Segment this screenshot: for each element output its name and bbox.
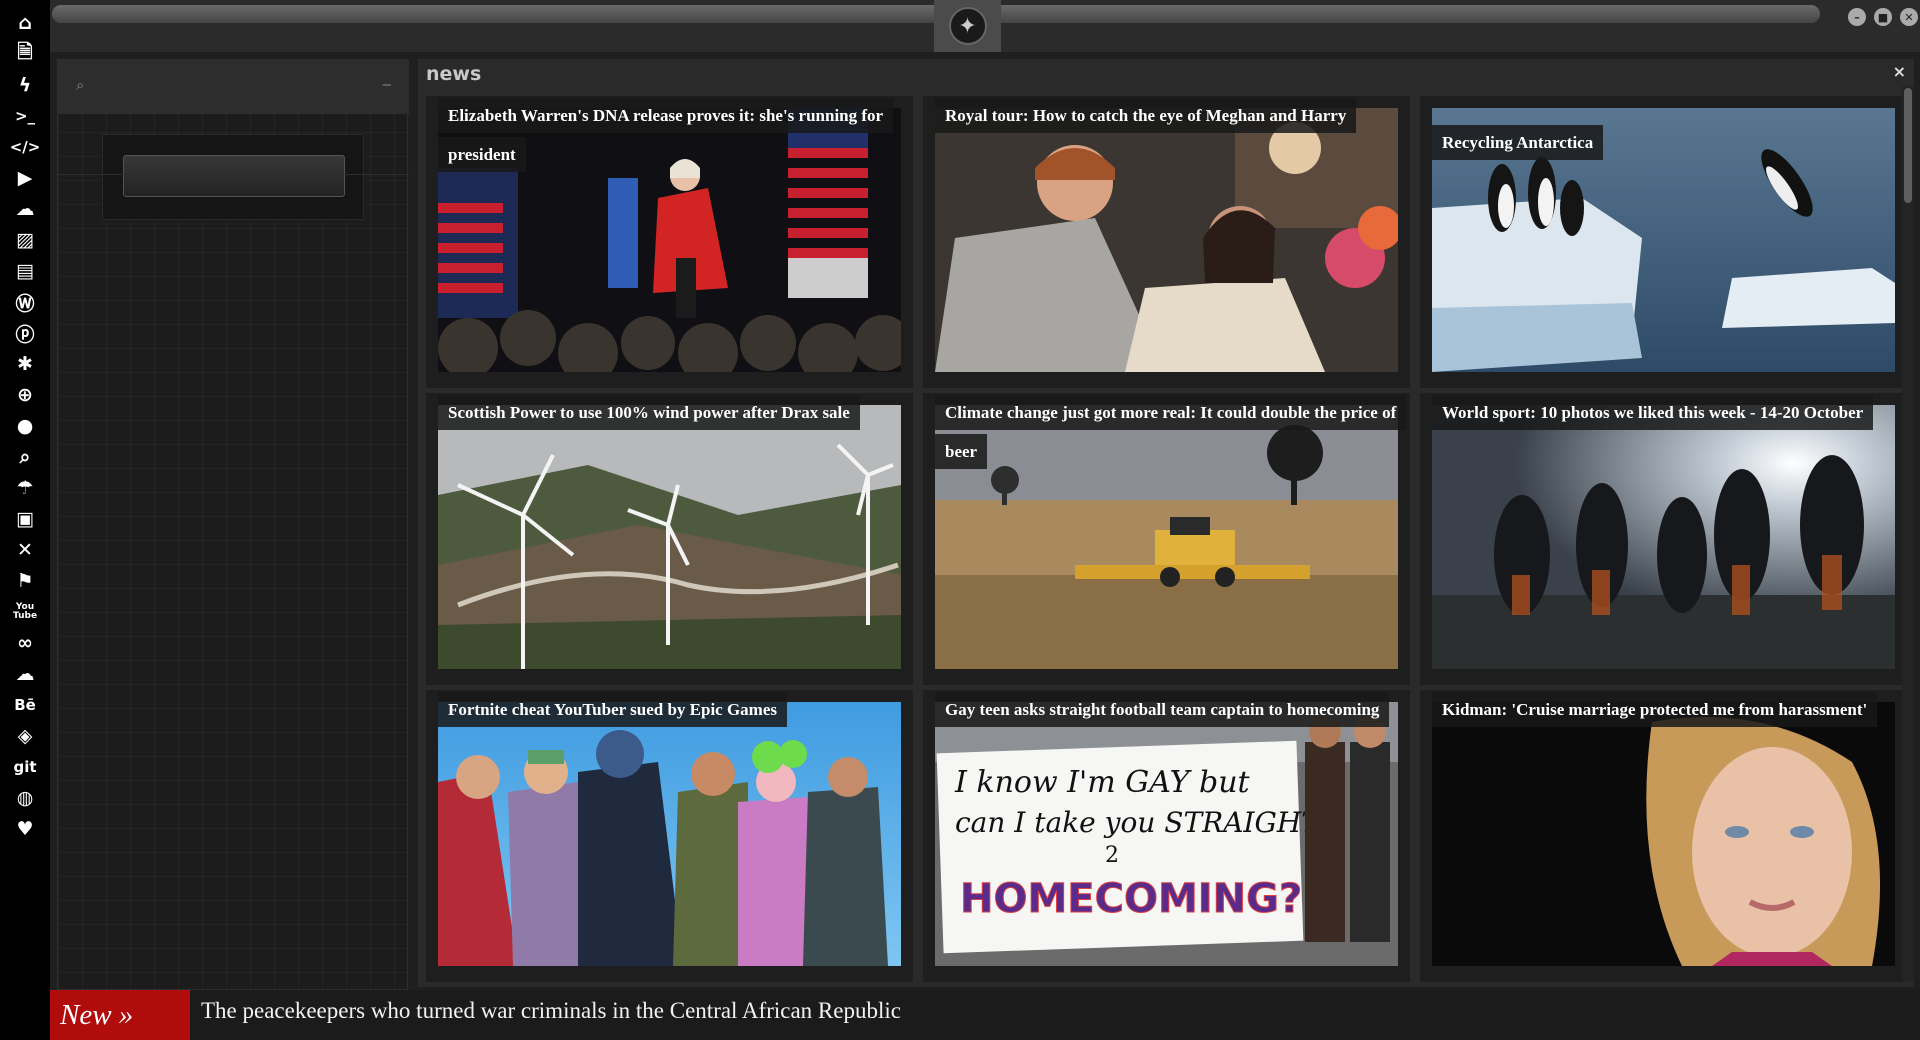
news-tile[interactable]: World sport: 10 photos we liked this wee… [1420,393,1907,685]
article-image-fortnite [438,702,901,966]
news-tile[interactable]: Fortnite cheat YouTuber sued by Epic Gam… [426,690,913,982]
article-headline[interactable]: Gay teen asks straight football team cap… [935,692,1390,727]
close-window-button[interactable]: ✕ [1900,8,1918,26]
code-icon[interactable]: </> [10,132,41,162]
collapse-button[interactable]: – [383,76,391,93]
panel-title: news [426,63,482,85]
article-headline[interactable]: Elizabeth Warren's DNA release proves it… [438,98,894,172]
cloud-filled-icon[interactable]: ☁ [10,659,40,689]
bolt-icon[interactable]: ϟ [10,70,40,100]
divider [58,174,409,175]
globe-icon[interactable]: ● [10,411,40,441]
search-icon[interactable]: ⌕ [10,442,40,472]
image-icon[interactable]: ▨ [10,225,40,255]
behance-icon[interactable]: Bē [10,690,40,720]
article-headline[interactable]: Recycling Antarctica [1432,125,1604,160]
document-icon[interactable]: 🗎 [10,39,40,69]
sidebar-search-bar[interactable]: ⌕ – [58,60,409,114]
news-tile[interactable]: Elizabeth Warren's DNA release proves it… [426,96,913,388]
news-tile[interactable]: Scottish Power to use 100% wind power af… [426,393,913,685]
banner-line-3: 2 [1105,843,1119,868]
search-icon[interactable]: ⌕ [76,76,84,94]
pinterest-icon[interactable]: ⓟ [10,318,40,348]
terminal-icon[interactable]: >_ [10,101,40,131]
sidebar-input-field[interactable] [123,155,345,197]
article-headline[interactable]: Scottish Power to use 100% wind power af… [438,395,860,430]
aperture-icon[interactable]: ✱ [10,349,40,379]
codepen-icon[interactable]: ◈ [10,721,40,751]
new-badge: New » [50,990,190,1040]
minimize-button[interactable]: – [1848,8,1866,26]
banner-line-2: can I take you STRAIGHT [955,806,1322,839]
sidebar-panel: ⌕ – [57,59,409,990]
scrollbar-thumb[interactable] [1904,88,1912,203]
infinity-icon[interactable]: ∞ [10,628,40,658]
git-icon[interactable]: git [10,752,40,782]
banner-line-1: I know I'm GAY but [954,765,1251,800]
ticker-headline[interactable]: The peacekeepers who turned war criminal… [201,998,901,1024]
article-image-kidman [1432,702,1895,966]
umbrella-icon[interactable]: ☂ [10,473,40,503]
news-tile[interactable]: Royal tour: How to catch the eye of Megh… [923,96,1410,388]
maximize-button[interactable]: ■ [1874,8,1892,26]
banner-line-4: HOMECOMING? [960,876,1302,922]
cloud-icon[interactable]: ☁ [10,194,40,224]
expand-icon[interactable]: ✕ [10,535,40,565]
top-bar: ✦ – ■ ✕ [50,0,1920,52]
news-tile[interactable]: Kidman: 'Cruise marriage protected me fr… [1420,690,1907,982]
logo-tab[interactable]: ✦ [934,0,1001,52]
article-headline[interactable]: Royal tour: How to catch the eye of Megh… [935,98,1357,133]
article-image-wind-turbines [438,405,901,669]
close-panel-button[interactable]: × [1893,62,1906,81]
youtube-icon[interactable]: You Tube [10,597,40,627]
news-tile[interactable]: Climate change just got more real: It co… [923,393,1410,685]
home-icon[interactable]: ⌂ [10,8,40,38]
article-image-homecoming: I know I'm GAY but can I take you STRAIG… [935,702,1398,966]
play-icon[interactable]: ▶ [10,163,40,193]
article-headline[interactable]: Climate change just got more real: It co… [935,395,1407,469]
contact-icon[interactable]: ▣ [10,504,40,534]
news-ticker: New » The peacekeepers who turned war cr… [50,990,1920,1040]
app-icon-rail: ⌂ 🗎 ϟ >_ </> ▶ ☁ ▨ ▤ Ⓦⓟ ✱ ⊕ ● ⌕ ☂ ▣ ✕ ⚑ You Tube ∞ ☁ Bē ◈ git ◍ ♥ [0,0,50,1040]
article-image-royal-tour [935,108,1398,372]
sidebar-card [102,134,364,220]
heart-icon[interactable]: ♥ [10,814,40,844]
news-panel: news × Elizabeth Warren's DNA release pr… [418,59,1914,987]
news-tile[interactable]: I know I'm GAY but can I take you STRAIG… [923,690,1410,982]
article-headline[interactable]: Kidman: 'Cruise marriage protected me fr… [1432,692,1878,727]
article-image-football [1432,405,1895,669]
wordpress-icon[interactable]: Ⓦ [10,287,40,317]
article-headline[interactable]: World sport: 10 photos we liked this wee… [1432,395,1874,430]
dribbble-icon[interactable]: ⊕ [10,380,40,410]
news-scrollbar[interactable] [1902,86,1914,982]
article-headline[interactable]: Fortnite cheat YouTuber sued by Epic Gam… [438,692,788,727]
github-icon[interactable]: ◍ [10,783,40,813]
news-tile[interactable]: Recycling Antarctica [1420,96,1907,388]
newspaper-icon[interactable]: ▤ [10,256,40,286]
rebel-alliance-logo-icon: ✦ [948,7,987,45]
flag-icon[interactable]: ⚑ [10,566,40,596]
